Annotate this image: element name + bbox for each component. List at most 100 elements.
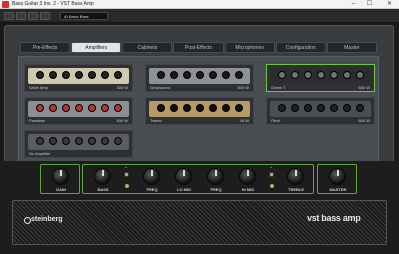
- tab-post-effects[interactable]: Post-Effects: [173, 42, 224, 53]
- gain-knob[interactable]: [52, 168, 69, 185]
- amp-thumbnail-knob: [88, 137, 96, 145]
- treble-knob[interactable]: [287, 168, 304, 185]
- close-button[interactable]: ✕: [383, 0, 396, 9]
- product-name: vst bass amp: [307, 213, 361, 223]
- treble-shift-switch[interactable]: [269, 172, 274, 177]
- tab-amplifiers[interactable]: Amplifiers: [71, 42, 122, 53]
- freq-knob-1[interactable]: [143, 168, 160, 185]
- amp-thumbnail-knob: [235, 71, 243, 79]
- amp-thumbnail-knob: [157, 104, 165, 112]
- amp-thumbnail-knob: [317, 104, 325, 112]
- amp-name: Paradise: [29, 118, 45, 123]
- amp-thumbnail-knob: [317, 71, 325, 79]
- maximize-button[interactable]: ☐: [363, 0, 376, 9]
- amp-thumbnail-knob: [75, 137, 83, 145]
- bass-label: BASS: [97, 187, 109, 192]
- tab-master[interactable]: Master: [326, 42, 377, 53]
- amp-thumbnail-knob: [49, 137, 57, 145]
- amp-thumbnail-knob: [62, 71, 70, 79]
- amp-faceplate: [270, 68, 371, 84]
- amp-name: Green T: [271, 85, 286, 90]
- amp-thumbnail-knob: [36, 71, 44, 79]
- amp-thumbnail-knob: [304, 71, 312, 79]
- amp-thumbnail-knob: [183, 104, 191, 112]
- amp-card-itech[interactable]: iTech 600 W: [266, 97, 375, 125]
- amp-thumbnail-knob: [88, 104, 96, 112]
- window-title: Bass Guitar 3 Ins. 2 - VST Bass Amp: [12, 1, 94, 7]
- amp-thumbnail-knob: [304, 104, 312, 112]
- amp-faceplate: [28, 68, 129, 84]
- treble-label: TREBLE: [288, 187, 304, 192]
- amp-thumbnail-knob: [157, 71, 165, 79]
- amp-name: No Amplifier: [29, 151, 51, 156]
- amp-thumbnail-knob: [101, 137, 109, 145]
- window-titlebar: Bass Guitar 3 Ins. 2 - VST Bass Amp – ☐ …: [0, 0, 399, 9]
- amp-card-greyhound[interactable]: Greyhound 500 W: [145, 64, 254, 92]
- amp-name: Greyhound: [150, 85, 170, 90]
- amp-power: 600 W: [358, 118, 370, 123]
- write-button[interactable]: [40, 12, 50, 20]
- treble-shift-led: [270, 184, 274, 188]
- amp-thumbnail-knob: [88, 71, 96, 79]
- amp-thumbnail-knob: [343, 71, 351, 79]
- amp-thumbnail-knob: [356, 104, 364, 112]
- chevron-down-icon: ⌄: [269, 164, 274, 170]
- amp-power: 45 W: [239, 118, 249, 123]
- amp-thumbnail-knob: [183, 71, 191, 79]
- amp-thumbnail-knob: [278, 104, 286, 112]
- tab-microphones[interactable]: Microphones: [224, 42, 275, 53]
- amp-thumbnail-knob: [49, 71, 57, 79]
- amp-thumbnail-knob: [196, 71, 204, 79]
- amp-thumbnail-knob: [170, 104, 178, 112]
- tab-pre-effects[interactable]: Pre-Effects: [20, 42, 71, 53]
- bypass-button[interactable]: [16, 12, 26, 20]
- steinberg-logo-icon: [24, 217, 31, 224]
- amp-faceplate: [28, 101, 129, 117]
- amp-card-no-amplifier[interactable]: No Amplifier: [24, 130, 133, 158]
- amp-thumbnail-knob: [101, 104, 109, 112]
- amp-thumbnail-knob: [356, 71, 364, 79]
- tab-configuration[interactable]: Configuration: [275, 42, 326, 53]
- amp-thumbnail-knob: [75, 104, 83, 112]
- amp-thumbnail-knob: [36, 137, 44, 145]
- amp-thumbnail-knob: [62, 137, 70, 145]
- master-knob[interactable]: [329, 168, 346, 185]
- freq-knob-2[interactable]: [207, 168, 224, 185]
- lo-mid-label: LO MID: [177, 187, 191, 192]
- freq-label-2: FREQ: [210, 187, 222, 192]
- amp-power: 500 W: [116, 118, 128, 123]
- amp-thumbnail-knob: [101, 71, 109, 79]
- amp-card-green-t[interactable]: Green T 600 W: [266, 64, 375, 92]
- hi-mid-label: HI MID: [241, 187, 255, 192]
- tab-bar: Pre-Effects Amplifiers Cabinets Post-Effect…: [20, 42, 377, 53]
- amp-thumbnail-knob: [36, 104, 44, 112]
- plugin-toolbar: AI Basic Bass: [0, 9, 399, 23]
- amp-card-valve-amp[interactable]: Valve Amp 300 W: [24, 64, 133, 92]
- amp-thumbnail-knob: [209, 104, 217, 112]
- amp-card-tweed[interactable]: Tweed 45 W: [145, 97, 254, 125]
- lo-mid-knob[interactable]: [175, 168, 192, 185]
- bass-shift-switch[interactable]: [124, 172, 129, 177]
- amp-thumbnail-knob: [196, 104, 204, 112]
- read-button[interactable]: [28, 12, 38, 20]
- freq-label-1: FREQ: [146, 187, 158, 192]
- hi-mid-knob[interactable]: [239, 168, 256, 185]
- preset-selector[interactable]: AI Basic Bass: [60, 12, 108, 20]
- amp-thumbnail-knob: [291, 104, 299, 112]
- amp-faceplate: [28, 134, 129, 150]
- master-label: MASTER: [329, 187, 347, 192]
- amp-thumbnail-knob: [222, 71, 230, 79]
- brand-name: steinberg: [31, 216, 63, 223]
- amp-power: 300 W: [116, 85, 128, 90]
- amp-thumbnail-knob: [291, 71, 299, 79]
- gain-label: GAIN: [56, 187, 66, 192]
- amp-faceplate: [149, 68, 250, 84]
- power-button[interactable]: [4, 12, 14, 20]
- amp-card-paradise[interactable]: Paradise 500 W: [24, 97, 133, 125]
- minimize-button[interactable]: –: [347, 0, 360, 9]
- amp-thumbnail-knob: [209, 71, 217, 79]
- bass-knob[interactable]: [94, 168, 111, 185]
- tab-cabinets[interactable]: Cabinets: [122, 42, 173, 53]
- chevron-down-icon: ⌄: [124, 164, 129, 170]
- bass-shift-led: [125, 184, 129, 188]
